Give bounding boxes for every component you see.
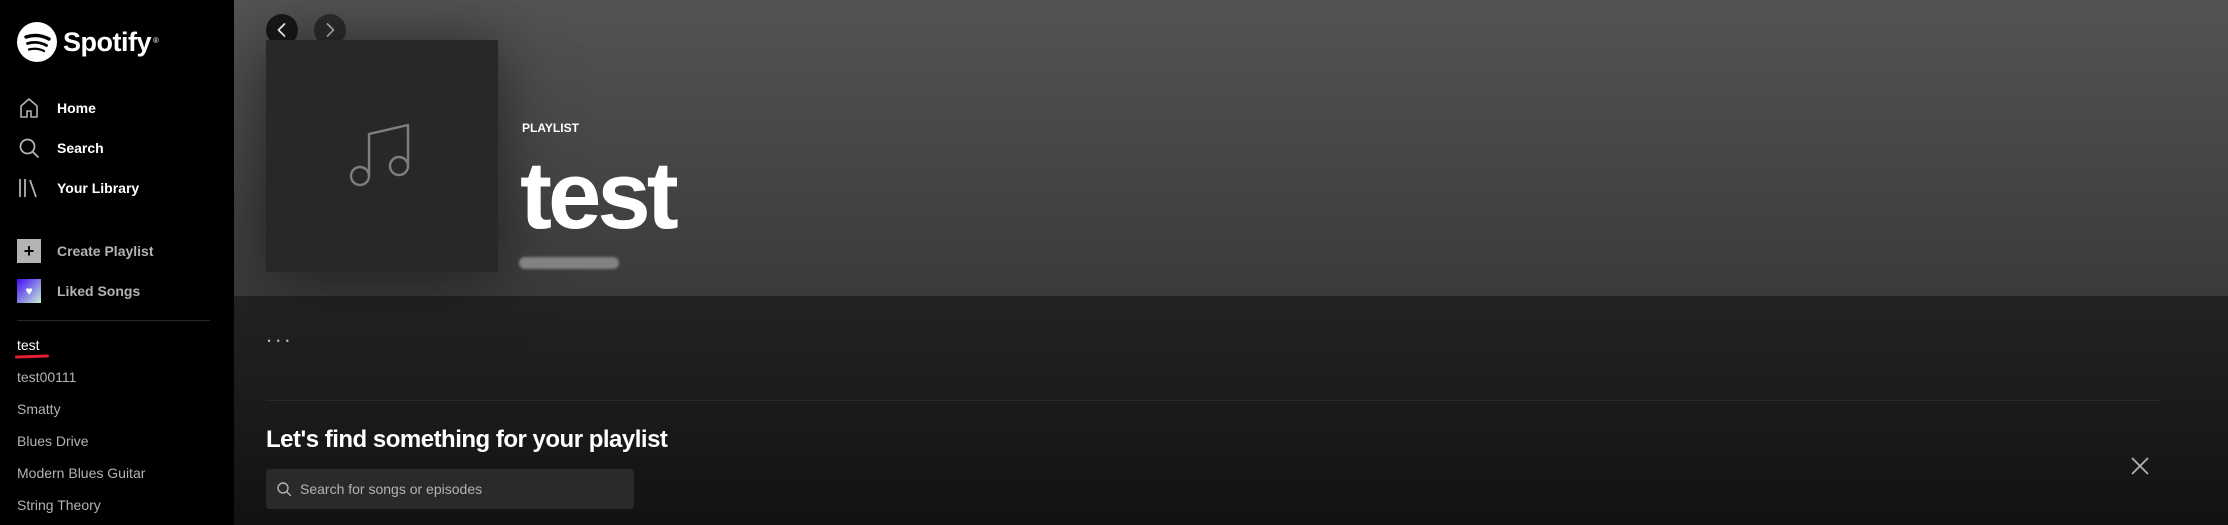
music-note-icon — [349, 123, 410, 187]
playlist-item-label: test00111 — [17, 369, 77, 385]
playlist-title[interactable]: test — [520, 146, 679, 246]
plus-icon: + — [17, 239, 41, 263]
finder-search-input[interactable] — [300, 481, 620, 497]
spotify-wordmark: Spotify — [63, 26, 152, 57]
close-icon — [2131, 457, 2149, 475]
playlist-item-label: String Theory — [17, 497, 101, 513]
playlist-type-label: PLAYLIST — [522, 121, 579, 135]
playlist-item-label: Modern Blues Guitar — [17, 465, 146, 481]
nav-your-library[interactable]: Your Library — [17, 175, 139, 201]
playlist-item[interactable]: Smatty — [17, 400, 145, 432]
search-icon — [277, 482, 292, 497]
sidebar-divider — [17, 320, 210, 321]
trademark-symbol: ® — [153, 36, 159, 45]
home-icon — [17, 96, 41, 120]
liked-songs-button[interactable]: ♥ Liked Songs — [17, 278, 140, 304]
playlist-item[interactable]: Blues Drive — [17, 432, 145, 464]
finder-search-box[interactable] — [266, 469, 634, 509]
chevron-left-icon — [277, 23, 286, 37]
close-finder-button[interactable] — [2124, 450, 2156, 482]
chevron-right-icon — [326, 23, 335, 37]
create-playlist-button[interactable]: + Create Playlist — [17, 238, 154, 264]
playlist-item[interactable]: test — [14, 336, 145, 368]
finder-heading: Let's find something for your playlist — [266, 426, 668, 453]
playlist-cover[interactable] — [266, 40, 498, 272]
redacted-owner-name — [519, 257, 619, 269]
liked-songs-label: Liked Songs — [57, 283, 141, 299]
playlist-item[interactable]: test00111 — [17, 368, 145, 400]
nav-search[interactable]: Search — [17, 135, 104, 161]
nav-your-library-label: Your Library — [57, 180, 140, 196]
playlist-item-label: Smatty — [17, 401, 61, 417]
library-icon — [17, 176, 41, 200]
nav-search-label: Search — [57, 140, 104, 156]
nav-home-label: Home — [57, 100, 96, 116]
playlist-item-label: Blues Drive — [17, 433, 89, 449]
sidebar: Spotify ® Home Search Your Library + Cre… — [0, 0, 234, 525]
spotify-logo[interactable]: Spotify ® — [17, 22, 159, 62]
heart-icon: ♥ — [17, 279, 41, 303]
playlist-item-label: test — [17, 337, 40, 353]
search-icon — [17, 136, 41, 160]
playlist-item[interactable]: String Theory — [17, 496, 145, 525]
playlist-list: test test00111 Smatty Blues Drive Modern… — [14, 336, 145, 525]
create-playlist-label: Create Playlist — [57, 243, 154, 259]
more-options-button[interactable]: ... — [266, 322, 293, 348]
red-underline-annotation — [14, 354, 50, 359]
spotify-logo-icon — [17, 22, 57, 62]
playlist-item[interactable]: Modern Blues Guitar — [17, 464, 145, 496]
section-divider — [266, 400, 2160, 401]
nav-home[interactable]: Home — [17, 95, 96, 121]
main-view: PLAYLIST test ... Let's find something f… — [234, 0, 2228, 525]
